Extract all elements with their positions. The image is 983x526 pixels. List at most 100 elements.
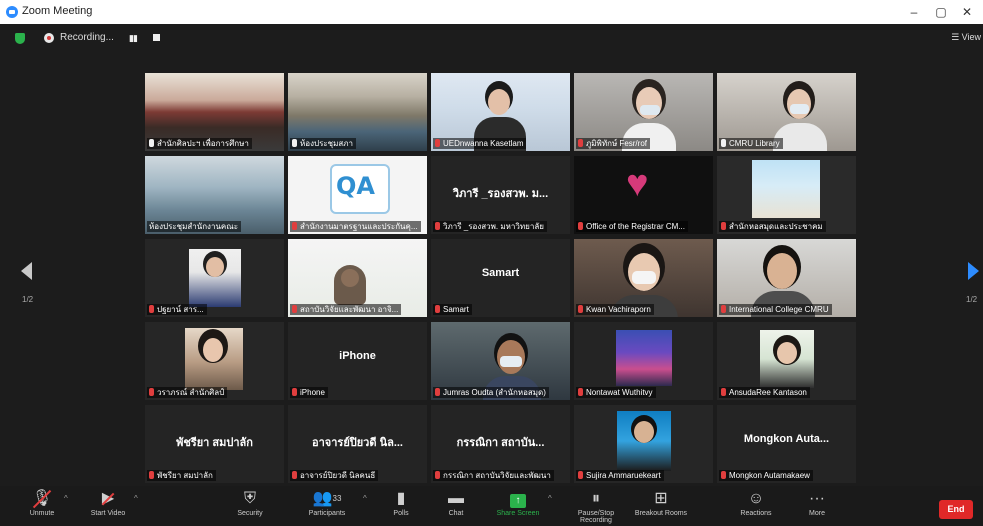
start-video-button[interactable]: ▶ Start Video xyxy=(82,488,134,517)
participant-display-name: พัชรียา สมปาลัก xyxy=(176,437,253,449)
participants-button[interactable]: 👥33 Participants xyxy=(299,488,355,517)
muted-microphone-icon xyxy=(721,222,726,230)
muted-microphone-icon xyxy=(149,388,154,396)
video-tile[interactable]: Samart Samart xyxy=(431,239,570,317)
chat-bubble-icon: ▬ xyxy=(448,490,464,507)
video-tile[interactable]: Nontawat Wuthitvy xyxy=(574,322,713,400)
page-indicator-left: 1/2 xyxy=(22,295,34,304)
muted-microphone-icon xyxy=(721,471,726,479)
participant-name-label: AnsudaRee Kantason xyxy=(719,387,810,398)
zoom-logo-icon xyxy=(6,6,18,18)
security-button[interactable]: ⛨ Security xyxy=(228,488,272,517)
stop-recording-icon[interactable] xyxy=(153,34,160,41)
video-tile[interactable]: กรรณิกา สถาบัน... กรรณิกา สถาบันวิจัยและ… xyxy=(431,405,570,483)
title-bar: Zoom Meeting – ▢ ✕ xyxy=(0,0,983,24)
participant-name-label: Office of the Registrar CM... xyxy=(576,221,688,232)
chat-button[interactable]: ▬ Chat xyxy=(441,488,471,517)
participant-name-label: วราภรณ์ สำนักศิลป์ xyxy=(147,387,228,398)
muted-microphone-icon xyxy=(578,222,583,230)
video-tile[interactable]: AnsudaRee Kantason xyxy=(717,322,856,400)
pause-recording-icon[interactable]: ▮▮ xyxy=(129,33,138,44)
participant-display-name: Mongkon Auta... xyxy=(743,433,830,445)
video-tile[interactable]: Mongkon Auta... Mongkon Autamakaew xyxy=(717,405,856,483)
muted-microphone-icon xyxy=(435,471,440,479)
video-tile[interactable]: สำนักหอสมุดและประชาคม xyxy=(717,156,856,234)
participant-name-label: ภูมิพิทักษ์ Fesr/rof xyxy=(576,138,650,149)
grid-view-icon: ☰ xyxy=(951,32,962,42)
close-button[interactable]: ✕ xyxy=(958,3,976,21)
video-tile[interactable]: วราภรณ์ สำนักศิลป์ xyxy=(145,322,284,400)
gallery-grid: สำนักศิลปะฯ เพื่อการศึกษา ห้องประชุมสภา … xyxy=(145,73,856,483)
view-button[interactable]: ☰ View xyxy=(951,32,981,43)
video-tile[interactable]: CMRU Library xyxy=(717,73,856,151)
video-off-icon: ▶ xyxy=(102,488,114,510)
participant-name-label: Samart xyxy=(433,304,472,315)
caret-up-icon: ^ xyxy=(548,494,552,503)
video-tile[interactable]: Jumras Oudta (สำนักหอสมุด) xyxy=(431,322,570,400)
muted-microphone-icon xyxy=(292,471,297,479)
participant-display-name: วิภารี _รองสวพ. ม... xyxy=(452,188,549,200)
participant-name-label: กรรณิกา สถาบันวิจัยและพัฒนา xyxy=(433,470,554,481)
video-tile[interactable]: Sujira Ammaruekeart xyxy=(574,405,713,483)
caret-up-icon: ^ xyxy=(134,494,138,503)
pause-stop-recording-button[interactable]: ⏸ Pause/Stop Recording xyxy=(562,488,630,524)
video-tile[interactable]: iPhone iPhone xyxy=(288,322,427,400)
participant-name-label: สำนักศิลปะฯ เพื่อการศึกษา xyxy=(147,138,252,149)
video-tile[interactable]: อาจารย์ปิยวดี นิล... อาจารย์ปิยวดี นิลคน… xyxy=(288,405,427,483)
participant-name-label: อาจารย์ปิยวดี นิลคนธี xyxy=(290,470,379,481)
minimize-button[interactable]: – xyxy=(905,3,923,21)
video-tile[interactable]: สถาบันวิจัยและพัฒนา อาจิ... xyxy=(288,239,427,317)
video-tile[interactable]: QA สำนักงานมาตรฐานและประกันคุ... xyxy=(288,156,427,234)
muted-microphone-icon xyxy=(721,305,726,313)
breakout-rooms-button[interactable]: ⊞ Breakout Rooms xyxy=(632,488,690,517)
page-indicator-right: 1/2 xyxy=(966,295,978,304)
muted-microphone-icon xyxy=(435,139,440,147)
video-tile[interactable]: วิภารี _รองสวพ. ม... วิภารี _รองสวพ. มหา… xyxy=(431,156,570,234)
participant-name-label: พัชรียา สมปาลัก xyxy=(147,470,216,481)
muted-microphone-icon xyxy=(292,305,297,313)
share-screen-button[interactable]: ↑ Share Screen xyxy=(490,488,546,517)
polls-button[interactable]: ▮ Polls xyxy=(386,488,416,517)
video-tile-active-speaker[interactable]: ห้องประชุมสภา xyxy=(288,73,427,151)
participant-display-name: Samart xyxy=(481,267,520,279)
shield-icon: ⛨ xyxy=(243,490,256,507)
share-screen-icon: ↑ xyxy=(510,494,526,508)
meeting-top-strip: Recording... ▮▮ ☰ View xyxy=(0,24,983,52)
smiley-icon: ☺ xyxy=(747,490,765,507)
video-tile[interactable]: พัชรียา สมปาลัก พัชรียา สมปาลัก xyxy=(145,405,284,483)
end-meeting-button[interactable]: End xyxy=(939,500,973,519)
video-tile[interactable]: Kwan Vachiraporn xyxy=(574,239,713,317)
video-tile[interactable]: ภูมิพิทักษ์ Fesr/rof xyxy=(574,73,713,151)
window-title: Zoom Meeting xyxy=(22,5,93,17)
muted-microphone-icon xyxy=(578,471,583,479)
participant-name-label: Nontawat Wuthitvy xyxy=(576,387,656,398)
muted-microphone-icon xyxy=(435,222,440,230)
reactions-button[interactable]: ☺ Reactions xyxy=(735,488,777,517)
breakout-grid-icon: ⊞ xyxy=(654,490,668,507)
participant-name-label: Kwan Vachiraporn xyxy=(576,304,654,315)
participant-name-label: Mongkon Autamakaew xyxy=(719,470,813,481)
pause-stop-icon: ⏸ xyxy=(591,490,600,507)
video-tile[interactable]: ปฐยาน์ สาร... xyxy=(145,239,284,317)
video-tile[interactable]: ♥ Office of the Registrar CM... xyxy=(574,156,713,234)
next-page-arrow-icon[interactable] xyxy=(968,262,979,280)
recording-icon xyxy=(44,33,54,43)
video-tile[interactable]: International College CMRU xyxy=(717,239,856,317)
video-tile[interactable]: ห้องประชุมสำนักงานคณะ xyxy=(145,156,284,234)
participant-name-label: ห้องประชุมสำนักงานคณะ xyxy=(147,221,241,232)
muted-microphone-icon xyxy=(435,305,440,313)
bar-chart-icon: ▮ xyxy=(396,490,406,507)
caret-up-icon: ^ xyxy=(363,494,367,503)
maximize-button[interactable]: ▢ xyxy=(932,3,950,21)
more-button[interactable]: ··· More xyxy=(800,488,834,517)
video-tile[interactable]: สำนักศิลปะฯ เพื่อการศึกษา xyxy=(145,73,284,151)
encryption-shield-icon[interactable] xyxy=(15,33,25,44)
unmute-button[interactable]: 🎙 Unmute xyxy=(20,488,64,517)
participants-icon: 👥 xyxy=(312,490,333,507)
microphone-icon xyxy=(292,139,297,147)
view-label: View xyxy=(961,32,981,42)
video-tile[interactable]: UEDnwanna Kasetlam xyxy=(431,73,570,151)
muted-microphone-icon xyxy=(149,305,154,313)
muted-microphone-icon xyxy=(435,388,440,396)
previous-page-arrow-icon[interactable] xyxy=(21,262,32,280)
